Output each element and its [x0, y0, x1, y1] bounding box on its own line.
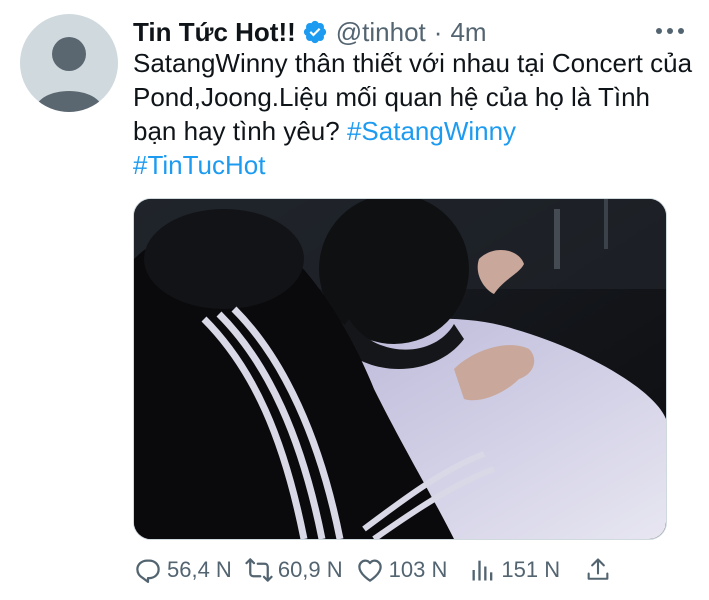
tweet-text: SatangWinny thân thiết với nhau tại Conc…: [133, 46, 698, 182]
reply-icon: [136, 559, 160, 583]
author-handle[interactable]: @tinhot: [336, 17, 426, 48]
reply-button[interactable]: 56,4 N: [133, 555, 232, 585]
reply-count: 56,4 N: [167, 557, 232, 582]
retweet-icon: [245, 558, 273, 582]
more-button[interactable]: [650, 18, 690, 44]
tweet-timestamp[interactable]: 4m: [450, 17, 486, 48]
hashtag-link[interactable]: #TinTucHot: [133, 150, 265, 180]
views-button[interactable]: 151 N: [469, 555, 560, 585]
avatar[interactable]: [20, 14, 118, 112]
like-count: 103 N: [388, 557, 448, 582]
like-button[interactable]: 103 N: [355, 555, 448, 585]
author-name[interactable]: Tin Tức Hot!!: [133, 17, 296, 48]
heart-icon: [357, 559, 382, 582]
hashtag-link[interactable]: #SatangWinny: [347, 116, 516, 146]
photo-image: [134, 199, 666, 539]
verified-badge-icon: [302, 19, 328, 45]
more-dots-icon: [656, 28, 684, 34]
default-avatar-icon: [35, 37, 103, 112]
retweet-count: 60,9 N: [277, 557, 343, 582]
retweet-button[interactable]: 60,9 N: [244, 555, 343, 585]
views-icon: [472, 560, 493, 581]
share-icon: [587, 558, 609, 580]
tweet-header: Tin Tức Hot!! @tinhot · 4m: [133, 14, 487, 50]
header-separator: ·: [433, 16, 443, 47]
share-button[interactable]: [584, 555, 612, 585]
tweet-actions: 56,4 N 60,9 N 103 N 151 N: [133, 552, 612, 588]
tweet-media-photo[interactable]: [133, 198, 667, 540]
views-count: 151 N: [501, 557, 561, 582]
